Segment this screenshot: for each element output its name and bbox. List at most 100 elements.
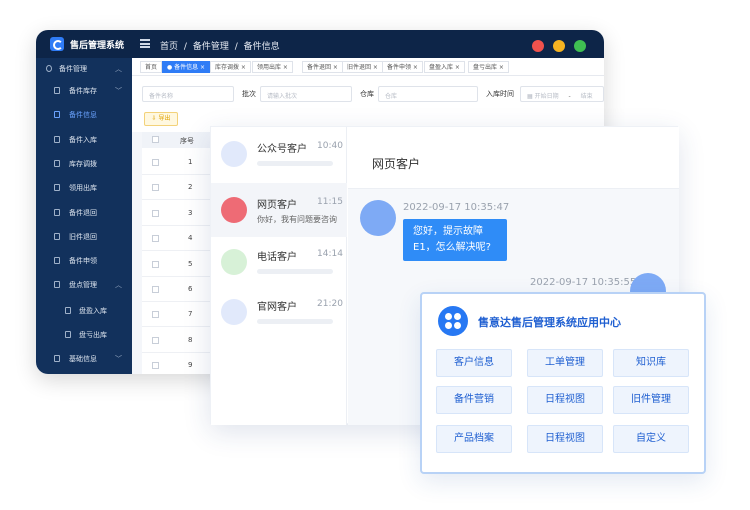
sidebar-item[interactable]: 旧件退回 bbox=[36, 226, 132, 248]
sidebar-item[interactable]: 备件管理 ︿ bbox=[36, 58, 132, 80]
window-maximize-button[interactable] bbox=[574, 40, 586, 52]
sidebar-item-label: 基础信息 bbox=[69, 355, 97, 363]
conversation-time: 11:15 bbox=[317, 197, 343, 207]
sidebar-item[interactable]: 库存调拨 bbox=[36, 153, 132, 175]
row-checkbox[interactable] bbox=[152, 184, 159, 192]
row-number: 1 bbox=[188, 158, 193, 166]
batch-input[interactable]: 请输入批次 bbox=[260, 86, 352, 102]
sidebar-item[interactable]: 领用出库 bbox=[36, 177, 132, 199]
batch-label: 批次 bbox=[242, 90, 256, 98]
avatar bbox=[221, 141, 247, 167]
row-checkbox[interactable] bbox=[152, 362, 159, 370]
window-minimize-button[interactable] bbox=[553, 40, 565, 52]
sidebar-item-label: 备件入库 bbox=[69, 136, 97, 144]
menu-item-icon bbox=[54, 257, 60, 264]
app-button[interactable]: 自定义 bbox=[613, 425, 689, 453]
breadcrumb-home[interactable]: 首页 bbox=[160, 42, 178, 52]
tab[interactable]: 首页 bbox=[140, 61, 163, 73]
table-row[interactable]: 5 bbox=[142, 252, 214, 277]
conversation-item[interactable]: 公众号客户 10:40 bbox=[211, 127, 347, 181]
app-button[interactable]: 备件营销 bbox=[436, 386, 512, 414]
sidebar-item[interactable]: 备件库存 ﹀ bbox=[36, 80, 132, 102]
menu-toggle-icon[interactable] bbox=[140, 39, 150, 48]
conversation-name: 电话客户 bbox=[257, 252, 297, 263]
sidebar-item-label: 备件申领 bbox=[69, 257, 97, 265]
menu-item-icon bbox=[46, 65, 52, 72]
app-button[interactable]: 知识库 bbox=[613, 349, 689, 377]
breadcrumb-parts-management[interactable]: 备件管理 bbox=[193, 42, 229, 52]
export-button[interactable]: ⇩ 导出 bbox=[144, 112, 178, 126]
avatar bbox=[221, 197, 247, 223]
conversation-item[interactable]: 网页客户 11:15 你好，我有问题要咨询 bbox=[211, 183, 347, 237]
app-button[interactable]: 日程视图 bbox=[527, 386, 603, 414]
start-date-placeholder: 开始日期 bbox=[534, 93, 559, 100]
app-button[interactable]: 工单管理 bbox=[527, 349, 603, 377]
menu-item-icon bbox=[54, 111, 60, 118]
row-checkbox[interactable] bbox=[152, 286, 159, 293]
chevron-icon[interactable]: ︿ bbox=[115, 280, 122, 290]
sidebar-item[interactable]: 盘盈入库 bbox=[36, 300, 132, 322]
breadcrumb: 首页 / 备件管理 / 备件信息 bbox=[160, 39, 283, 52]
table-row[interactable]: 8 bbox=[142, 328, 214, 353]
conversation-name: 官网客户 bbox=[257, 302, 297, 313]
table-row[interactable]: 9 bbox=[142, 353, 214, 374]
row-checkbox[interactable] bbox=[152, 336, 159, 344]
conversation-list: 公众号客户 10:40 网页客户 11:15 你好，我有问题要咨询 电话客户 14:14 官网… bbox=[211, 127, 347, 425]
sidebar-item[interactable]: 基础信息 ﹀ bbox=[36, 348, 132, 370]
customer-avatar bbox=[360, 200, 396, 236]
row-checkbox[interactable] bbox=[152, 311, 159, 319]
table-row[interactable]: 7 bbox=[142, 302, 214, 328]
sidebar-item[interactable]: 备件退回 bbox=[36, 202, 132, 224]
app-button[interactable]: 客户信息 bbox=[436, 349, 512, 377]
row-checkbox[interactable] bbox=[152, 159, 159, 166]
row-number: 7 bbox=[188, 310, 193, 319]
sidebar-item-label: 领用出库 bbox=[69, 184, 97, 192]
app-button[interactable]: 日程视图 bbox=[527, 425, 603, 453]
row-checkbox[interactable] bbox=[152, 209, 159, 217]
menu-item-icon bbox=[65, 331, 71, 338]
part-name-input[interactable]: 备件名称 bbox=[142, 86, 234, 102]
row-checkbox[interactable] bbox=[152, 260, 159, 268]
tab[interactable]: 旧件退回 × bbox=[342, 61, 383, 73]
sidebar-item[interactable]: 备件信息 bbox=[36, 104, 132, 126]
table-row[interactable]: 6 bbox=[142, 277, 214, 302]
tab[interactable]: 备件申领 × bbox=[382, 61, 423, 73]
tab[interactable]: 盘亏出库 × bbox=[468, 61, 509, 73]
sidebar-item[interactable]: 盘亏出库 bbox=[36, 324, 132, 346]
window-close-button[interactable] bbox=[532, 40, 544, 52]
sidebar-item[interactable]: 盘点管理 ︿ bbox=[36, 274, 132, 296]
warehouse-select[interactable]: 仓库 bbox=[378, 86, 478, 102]
row-number: 8 bbox=[188, 335, 193, 344]
table-row[interactable]: 4 bbox=[142, 226, 214, 252]
menu-item-icon bbox=[54, 87, 60, 94]
chat-header: 网页客户 bbox=[348, 127, 679, 189]
conversation-time: 21:20 bbox=[317, 299, 343, 309]
table-row[interactable]: 1 bbox=[142, 150, 214, 175]
app-button[interactable]: 旧件管理 bbox=[613, 386, 689, 414]
inbound-date-range[interactable]: ▦ 开始日期 - 结束 bbox=[520, 86, 604, 102]
chevron-icon[interactable]: ﹀ bbox=[115, 354, 122, 364]
select-all-checkbox[interactable] bbox=[152, 136, 159, 143]
tab[interactable]: 领用出库 × bbox=[252, 61, 293, 73]
table-row[interactable]: 2 bbox=[142, 175, 214, 201]
chevron-icon[interactable]: ﹀ bbox=[115, 86, 122, 96]
tab[interactable]: ● 备件信息 × bbox=[162, 61, 211, 73]
row-number: 3 bbox=[188, 208, 193, 217]
sidebar-item[interactable]: 备件申领 bbox=[36, 250, 132, 272]
conversation-item[interactable]: 电话客户 14:14 bbox=[211, 235, 347, 289]
app-button[interactable]: 产品档案 bbox=[436, 425, 512, 453]
chat-title: 网页客户 bbox=[372, 157, 421, 171]
tab[interactable]: 盘盈入库 × bbox=[424, 61, 465, 73]
sidebar-item[interactable]: 备件入库 bbox=[36, 129, 132, 151]
row-number: 4 bbox=[188, 234, 193, 243]
tab[interactable]: 备件退回 × bbox=[302, 61, 343, 73]
row-checkbox[interactable] bbox=[152, 235, 159, 243]
conversation-item[interactable]: 官网客户 21:20 bbox=[211, 285, 347, 339]
admin-header: 售后管理系统 首页 / 备件管理 / 备件信息 bbox=[36, 30, 604, 58]
tab[interactable]: 库存调拨 × bbox=[210, 61, 251, 73]
warehouse-label: 仓库 bbox=[360, 90, 374, 98]
chevron-icon[interactable]: ︿ bbox=[115, 64, 122, 74]
table-row[interactable]: 3 bbox=[142, 201, 214, 226]
conversation-name: 公众号客户 bbox=[257, 144, 307, 155]
menu-item-icon bbox=[54, 136, 60, 143]
